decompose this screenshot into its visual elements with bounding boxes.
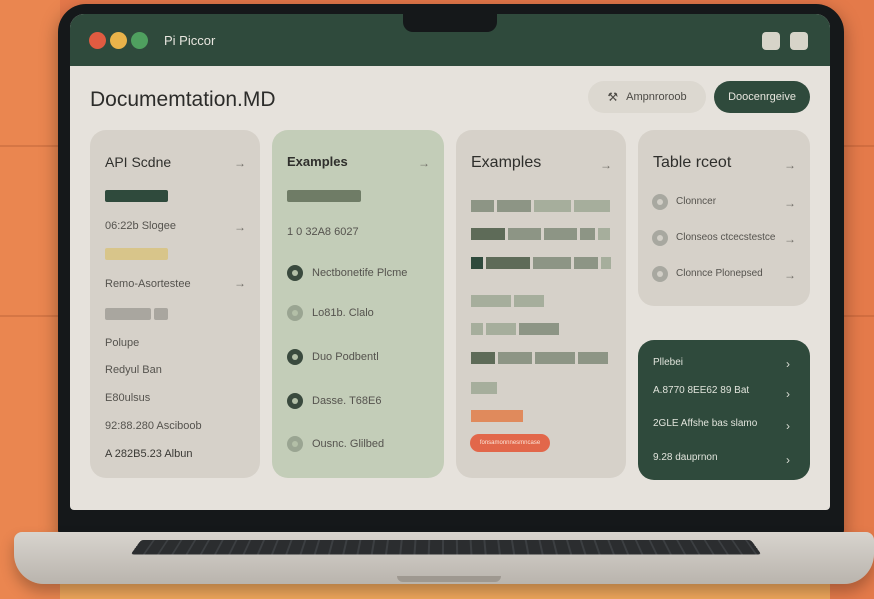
laptop-keyboard	[130, 539, 762, 555]
skeleton-row	[471, 323, 559, 335]
primary-button-label: Doocenrgeive	[728, 91, 796, 103]
examples-item-1: Nectbonetife Plcme	[312, 267, 408, 279]
api-item-6: 92:88.280 Asciboob	[105, 420, 202, 432]
table-item-3: Clonnce Plonepsed	[676, 268, 763, 279]
skeleton-row	[471, 410, 523, 422]
dark-item-2: A.8770 8EE62 89 Bat	[653, 385, 750, 396]
examples-bar	[287, 190, 361, 202]
dark-item-3: 2GLE Affshe bas slamo	[653, 418, 758, 429]
chevron-right-icon[interactable]: →	[234, 220, 246, 234]
secondary-button-label: Ampnroroob	[626, 91, 687, 103]
api-item-5: E80ulsus	[105, 392, 151, 404]
examples-card-2-title: Examples	[471, 154, 542, 171]
chevron-right-icon[interactable]: →	[784, 196, 796, 210]
window-action-button-2[interactable]	[790, 32, 808, 50]
api-bar-3	[105, 308, 151, 320]
skeleton-row	[471, 295, 544, 307]
chevron-right-icon[interactable]: ›	[786, 387, 790, 401]
minimize-window-button[interactable]	[110, 32, 127, 49]
dark-item-4: 9.28 dauprnon	[653, 452, 718, 463]
examples-item-4: Dasse. T68E6	[312, 395, 382, 407]
api-item-4: Redyul Ban	[105, 364, 162, 376]
chevron-right-icon[interactable]: →	[784, 268, 796, 282]
chevron-right-icon[interactable]: →	[234, 276, 246, 290]
tool-icon: ⚒	[607, 90, 619, 104]
chevron-right-icon[interactable]: →	[234, 156, 246, 170]
action-pill[interactable]: fonsamonnnesmncase	[470, 434, 550, 452]
dot-icon	[287, 305, 303, 321]
secondary-button[interactable]: ⚒ Ampnroroob	[588, 81, 706, 113]
camera-notch	[403, 14, 497, 32]
chevron-right-icon[interactable]: →	[784, 232, 796, 246]
dot-icon	[652, 194, 668, 210]
api-item-7: A 282B5.23 Albun	[105, 448, 193, 460]
api-item-2: Remo-Asortestee	[105, 278, 191, 290]
app-window: Pi Piccor Documemtation.MD ⚒ Ampnroroob …	[70, 14, 830, 510]
dot-icon	[652, 266, 668, 282]
table-item-2: Clonseos ctcecstestce	[676, 232, 776, 243]
table-item-1: Clonncer	[676, 196, 717, 207]
chevron-right-icon[interactable]: →	[418, 156, 430, 170]
examples-card-2[interactable]: Examples → fonsamonnnesmncase	[456, 130, 626, 478]
api-item-3: Polupe	[105, 337, 140, 349]
chevron-right-icon[interactable]: →	[600, 158, 612, 172]
api-card[interactable]: API Scdne → 06:22b Slogee → Remo-Asortes…	[90, 130, 260, 478]
window-action-button-1[interactable]	[762, 32, 780, 50]
chevron-right-icon[interactable]: ›	[786, 357, 790, 371]
primary-button[interactable]: Doocenrgeive	[714, 81, 810, 113]
api-bar-1	[105, 190, 168, 202]
maximize-window-button[interactable]	[131, 32, 148, 49]
examples-card-1-title: Examples	[287, 154, 348, 169]
examples-item-3: Duo Podbentl	[312, 351, 379, 363]
dark-summary-card[interactable]: Pllebei › A.8770 8EE62 89 Bat › 2GLE Aff…	[638, 340, 810, 480]
close-window-button[interactable]	[89, 32, 106, 49]
laptop-lip	[397, 576, 501, 582]
chevron-right-icon[interactable]: ›	[786, 453, 790, 467]
dot-icon	[287, 349, 303, 365]
api-bar-4	[154, 308, 168, 320]
examples-item-2: Lo81b. Clalo	[312, 307, 374, 319]
app-title: Pi Piccor	[164, 33, 216, 48]
chevron-right-icon[interactable]: ›	[786, 419, 790, 433]
api-card-title: API Scdne	[105, 154, 172, 170]
dot-icon	[287, 265, 303, 281]
skeleton-row	[471, 257, 611, 269]
chevron-right-icon[interactable]: →	[784, 158, 796, 172]
dot-icon	[652, 230, 668, 246]
examples-item-5: Ousnc. Glilbed	[312, 438, 385, 450]
examples-code: 1 0 32A8 6027	[287, 226, 359, 238]
skeleton-row	[471, 352, 608, 364]
skeleton-row	[471, 228, 610, 240]
page-title: Documemtation.MD	[90, 88, 276, 111]
skeleton-row	[471, 200, 610, 212]
api-bar-2	[105, 248, 168, 260]
table-report-card[interactable]: Table rceot → Clonncer → Clonseos ctcecs…	[638, 130, 810, 306]
examples-card-1[interactable]: Examples → 1 0 32A8 6027 Nectbonetife Pl…	[272, 130, 444, 478]
api-item-1: 06:22b Slogee	[105, 220, 176, 232]
dot-icon	[287, 393, 303, 409]
dot-icon	[287, 436, 303, 452]
table-report-title: Table rceot	[653, 154, 732, 171]
skeleton-row	[471, 382, 497, 394]
dark-item-1: Pllebei	[653, 357, 684, 368]
